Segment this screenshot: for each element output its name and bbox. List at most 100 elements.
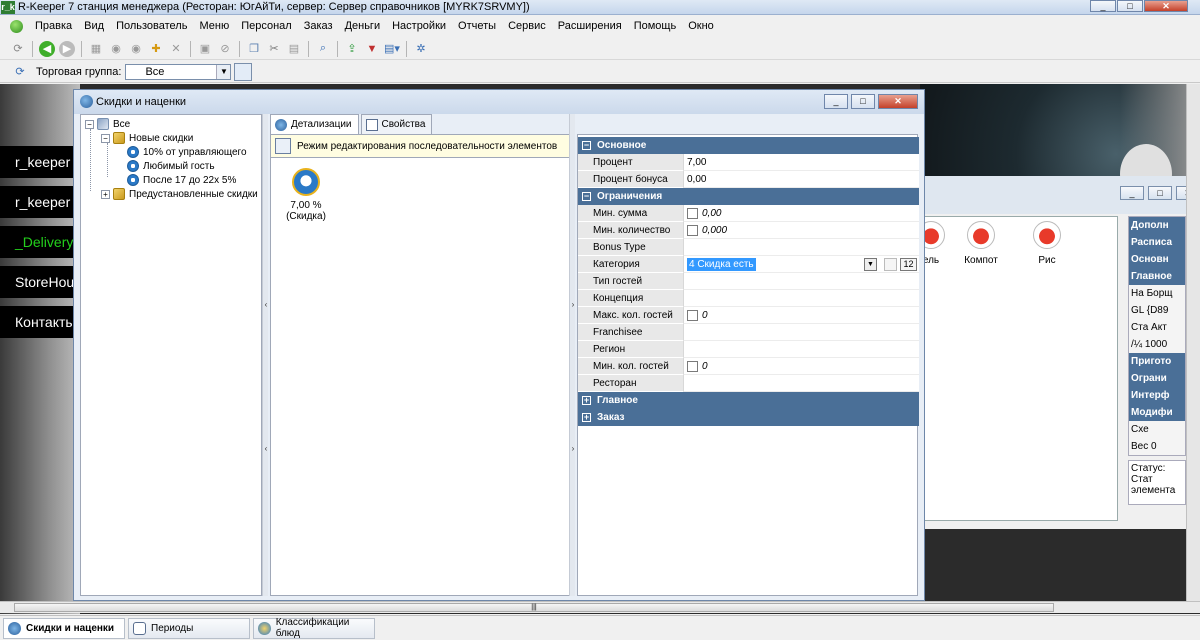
task-discounts[interactable]: Скидки и наценки	[3, 617, 125, 639]
task-periods[interactable]: Периоды	[128, 617, 250, 639]
dish-prop-section[interactable]: Пригото	[1129, 353, 1185, 370]
menu-settings[interactable]: Настройки	[392, 20, 446, 32]
expand-icon[interactable]: +	[582, 396, 591, 405]
dish-prop-section[interactable]: Главное	[1129, 268, 1185, 285]
tree-splitter[interactable]: ‹ ‹	[262, 114, 268, 596]
paste-icon[interactable]: ▤	[286, 41, 302, 57]
prop-value[interactable]	[683, 273, 919, 290]
cut-icon[interactable]: ✂	[266, 41, 282, 57]
disc2-icon[interactable]: ◉	[128, 41, 144, 57]
chevron-down-icon[interactable]: ▼	[864, 258, 877, 271]
menu-extensions[interactable]: Расширения	[558, 20, 622, 32]
chevron-right-icon[interactable]: ›	[570, 444, 576, 453]
prop-value[interactable]: 0	[683, 307, 919, 324]
prop-row-franchisee[interactable]: Franchisee	[578, 324, 919, 341]
grid-icon[interactable]: ▦	[88, 41, 104, 57]
collapse-icon[interactable]: −	[101, 133, 110, 143]
menu-window[interactable]: Окно	[688, 20, 714, 32]
delete-icon[interactable]: ✕	[168, 41, 184, 57]
menu-user[interactable]: Пользователь	[116, 20, 187, 32]
discount-item[interactable]: 7,00 % (Скидка)	[281, 168, 331, 222]
maximize-button[interactable]: □	[1117, 0, 1143, 12]
shortcut-tile-delivery[interactable]: _Delivery	[0, 226, 74, 258]
section-main[interactable]: + Главное	[578, 392, 919, 409]
tree-node-new-discounts[interactable]: − Новые скидки	[101, 131, 193, 145]
category-select[interactable]: 4 Скидка есть ▼ 12	[683, 256, 919, 273]
collapse-icon[interactable]: −	[582, 192, 591, 201]
prop-row-restaurant[interactable]: Ресторан	[578, 375, 919, 392]
export-icon[interactable]: ⇪	[344, 41, 360, 57]
shortcut-tile-rkeeper-1[interactable]: r_keeper	[0, 146, 74, 178]
prop-row-guest-type[interactable]: Тип гостей	[578, 273, 919, 290]
section-basic[interactable]: − Основное	[578, 137, 919, 154]
dish-prop-row[interactable]: GL {D89	[1129, 302, 1185, 319]
add-icon[interactable]: ✚	[148, 41, 164, 57]
minimize-button[interactable]: _	[1120, 186, 1144, 200]
prop-value[interactable]	[683, 375, 919, 392]
prop-row-region[interactable]: Регион	[578, 341, 919, 358]
shortcut-tile-storehouse[interactable]: StoreHouse	[0, 266, 74, 298]
dish-prop-row[interactable]: Схе	[1129, 421, 1185, 438]
save-icon[interactable]: ▣	[197, 41, 213, 57]
prop-value[interactable]: 0	[683, 358, 919, 375]
prop-value[interactable]	[683, 341, 919, 358]
disc-icon[interactable]: ◉	[108, 41, 124, 57]
prop-value[interactable]: 7,00	[683, 154, 919, 171]
refresh-icon[interactable]: ⟳	[10, 41, 26, 57]
prop-value[interactable]	[683, 239, 919, 256]
menu-order[interactable]: Заказ	[304, 20, 333, 32]
tree-node-discount[interactable]: После 17 до 22х 5%	[127, 173, 236, 187]
prop-row-min-qty[interactable]: Мин. количество 0,000	[578, 222, 919, 239]
prop-value[interactable]: 0,00	[683, 171, 919, 188]
prop-checkbox[interactable]	[687, 309, 698, 321]
minimize-button[interactable]: _	[1090, 0, 1116, 12]
prop-row-bonus-type[interactable]: Bonus Type	[578, 239, 919, 256]
vertical-scrollbar[interactable]	[1186, 84, 1200, 604]
tree-node-preset-discounts[interactable]: + Предустановленные скидки	[101, 187, 258, 201]
print-icon[interactable]: ▼	[364, 41, 380, 57]
prop-checkbox[interactable]	[687, 207, 698, 219]
tab-properties[interactable]: Свойства	[360, 114, 433, 134]
prop-row-concept[interactable]: Концепция	[578, 290, 919, 307]
dish-item[interactable]: Компот	[951, 221, 1011, 266]
shortcut-tile-contacts[interactable]: Контакты	[0, 306, 74, 338]
tab-details[interactable]: Детализации	[270, 114, 359, 134]
collapse-icon[interactable]: −	[85, 119, 94, 129]
settings-icon[interactable]: ✲	[413, 41, 429, 57]
chevron-left-icon[interactable]: ‹	[263, 300, 269, 309]
close-button[interactable]: ✕	[1144, 0, 1188, 12]
chevron-right-icon[interactable]: ›	[570, 300, 576, 309]
forward-icon[interactable]: ▶	[59, 40, 75, 57]
shortcut-tile-rkeeper-2[interactable]: r_keeper	[0, 186, 74, 218]
menu-menu[interactable]: Меню	[199, 20, 229, 32]
chevron-down-icon[interactable]: ▼	[216, 64, 231, 79]
prop-value[interactable]	[683, 290, 919, 307]
prop-row-min-sum[interactable]: Мин. сумма 0,00	[578, 205, 919, 222]
scrollbar-thumb[interactable]: |||	[14, 603, 1054, 612]
prop-value[interactable]: 0,00	[683, 205, 919, 222]
menu-reports[interactable]: Отчеты	[458, 20, 496, 32]
prop-checkbox[interactable]	[687, 360, 698, 372]
prop-row-percent[interactable]: Процент 7,00	[578, 154, 919, 171]
section-limits[interactable]: − Ограничения	[578, 188, 919, 205]
menu-money[interactable]: Деньги	[345, 20, 381, 32]
view-icon[interactable]: ▤▾	[384, 41, 400, 57]
menu-help[interactable]: Помощь	[634, 20, 677, 32]
horizontal-scrollbar[interactable]: |||	[0, 601, 1200, 613]
dish-prop-section[interactable]: Интерф	[1129, 387, 1185, 404]
dish-item[interactable]: Рис	[1017, 221, 1077, 266]
tree-node-discount[interactable]: Любимый гость	[127, 159, 215, 173]
tree-node-all[interactable]: − Все	[85, 117, 130, 131]
dish-prop-row[interactable]: На Борщ	[1129, 285, 1185, 302]
menu-service[interactable]: Сервис	[508, 20, 546, 32]
prop-row-max-guests[interactable]: Макс. кол. гостей 0	[578, 307, 919, 324]
dish-prop-row[interactable]: Ста Акт	[1129, 319, 1185, 336]
collapse-icon[interactable]: −	[582, 141, 591, 150]
prop-value[interactable]: 0,000	[683, 222, 919, 239]
dish-prop-row[interactable]: /¼ 1000	[1129, 336, 1185, 353]
group-filter-button[interactable]	[234, 62, 253, 81]
task-dish-classifications[interactable]: Классификации блюд	[253, 617, 375, 639]
menu-view[interactable]: Вид	[84, 20, 104, 32]
maximize-button[interactable]: □	[851, 94, 875, 109]
trade-group-select[interactable]: Все ▼	[125, 63, 232, 80]
